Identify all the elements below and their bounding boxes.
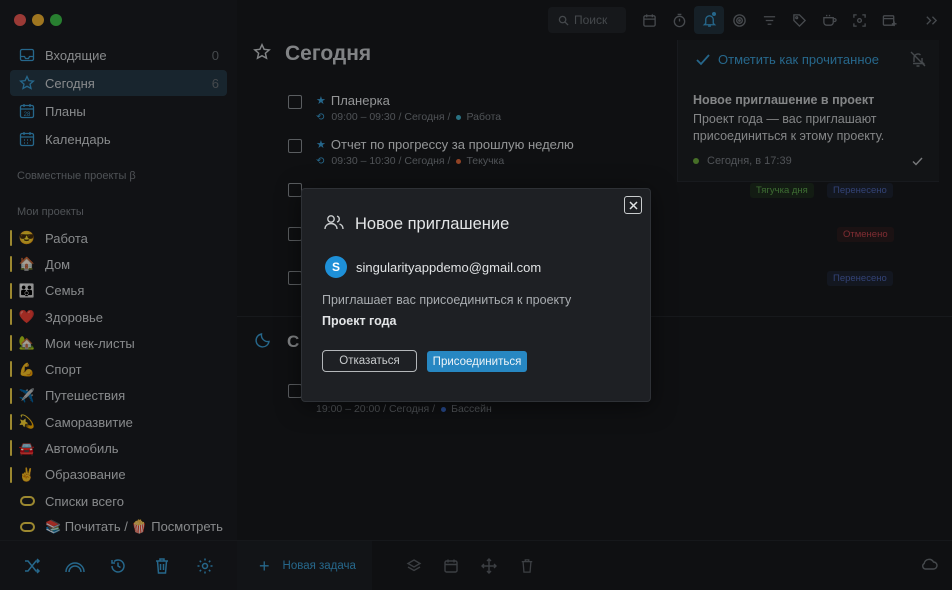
avatar: S — [325, 256, 347, 278]
dialog-header: Новое приглашение — [324, 213, 509, 236]
decline-button[interactable]: Отказаться — [322, 350, 417, 372]
app-window: Входящие 0 Сегодня 6 28 Планы Календарь … — [0, 0, 952, 590]
invitation-dialog: Новое приглашение S singularityappdemo@g… — [301, 188, 651, 402]
project-name: Проект года — [322, 314, 397, 328]
dialog-title: Новое приглашение — [355, 215, 510, 233]
inviter: S singularityappdemo@gmail.com — [325, 256, 541, 278]
users-icon — [324, 213, 344, 236]
join-button[interactable]: Присоединиться — [427, 351, 527, 372]
inviter-email: singularityappdemo@gmail.com — [356, 259, 542, 275]
close-icon[interactable] — [624, 196, 642, 214]
invite-text: Приглашает вас присоединиться к проекту — [322, 293, 572, 307]
